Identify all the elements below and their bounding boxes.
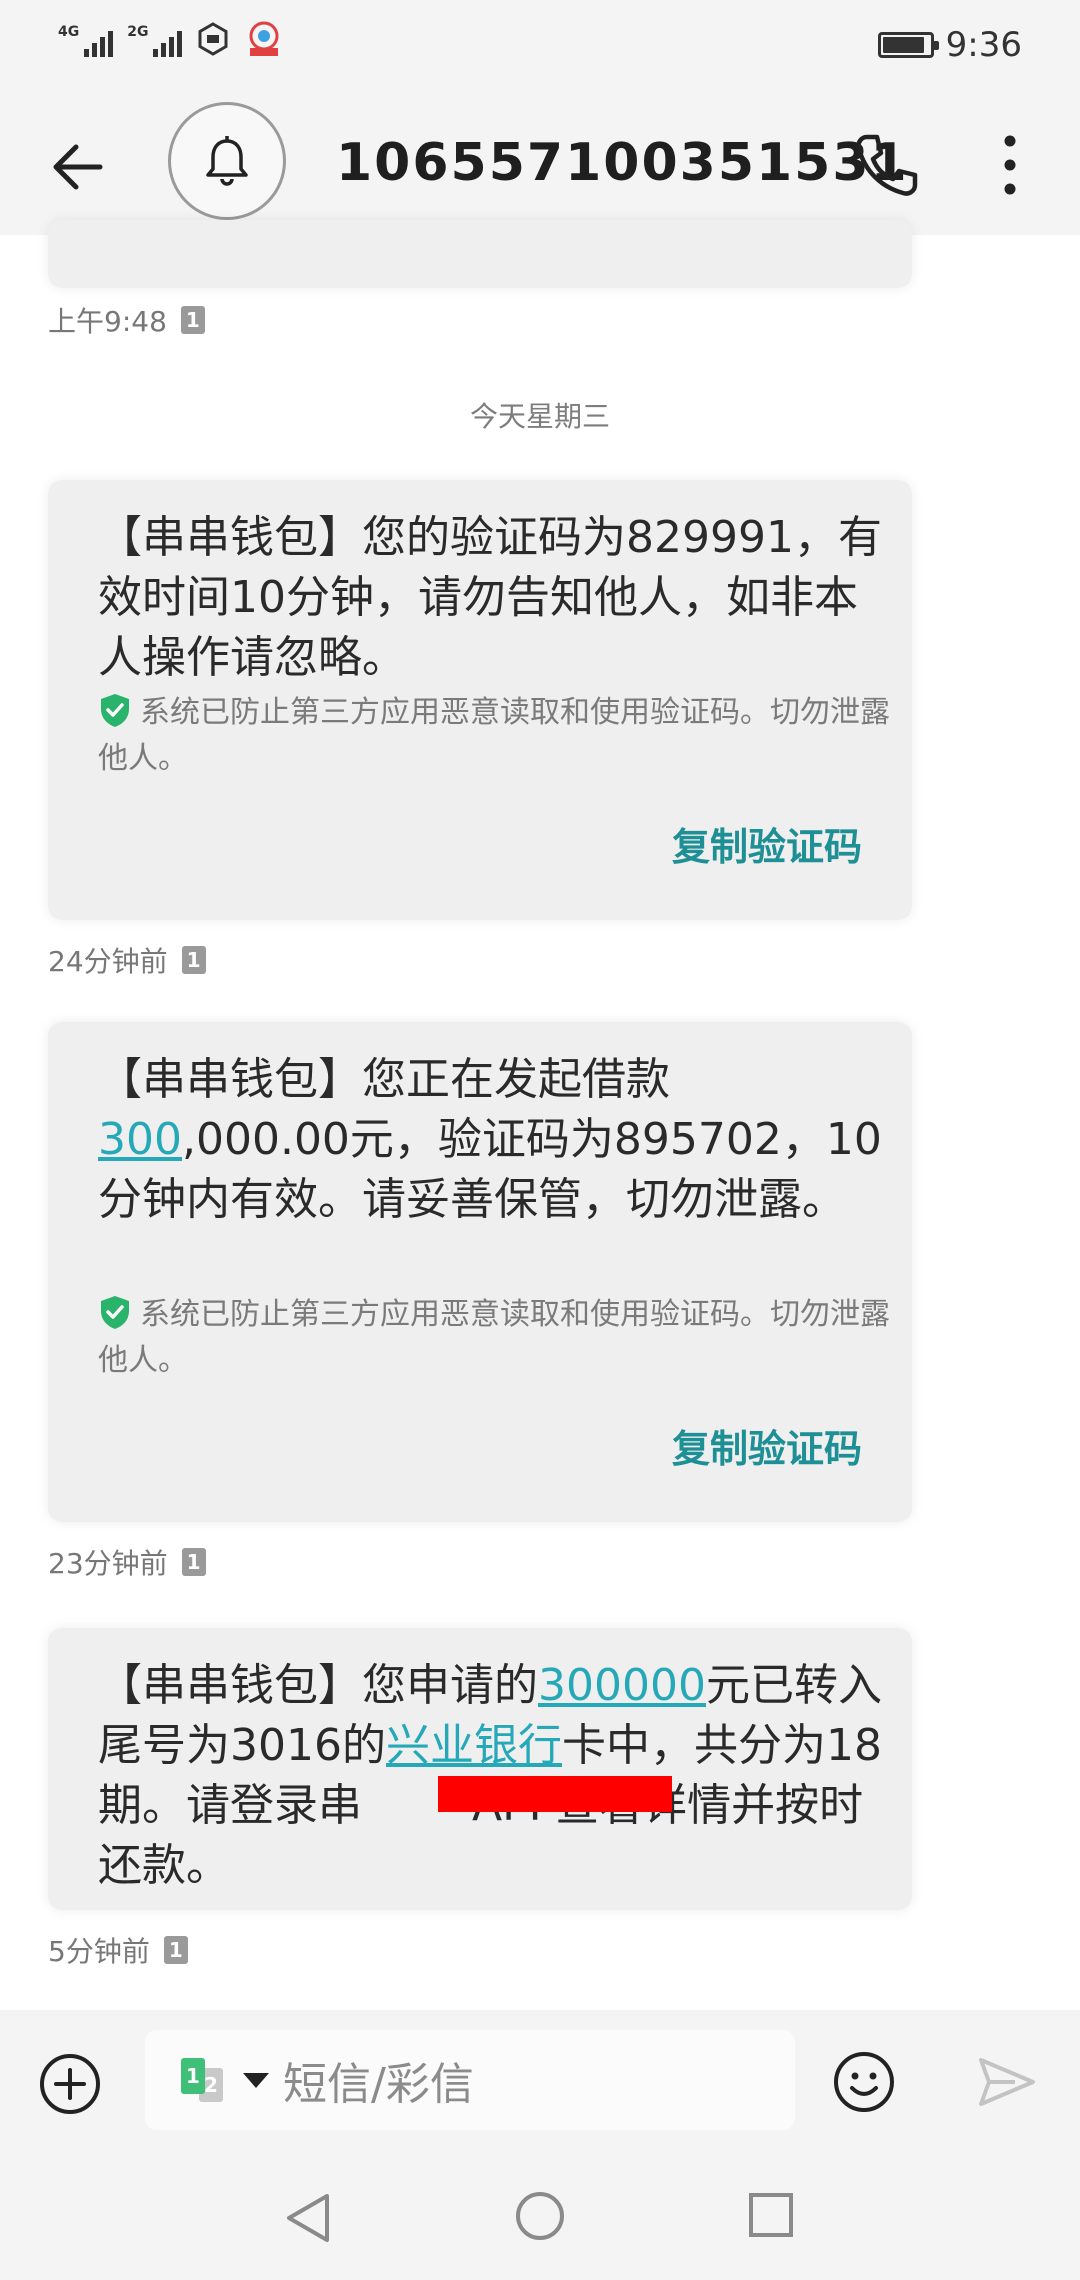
timestamp-text: 5分钟前 xyxy=(48,1935,150,1968)
sim-card-icon: 1 xyxy=(181,1548,206,1576)
date-divider: 今天星期三 xyxy=(469,400,610,433)
signal-indicators: 4G 2G xyxy=(58,20,284,58)
amount-link[interactable]: 300000 xyxy=(538,1660,706,1711)
security-notice: 系统已防止第三方应用恶意读取和使用验证码。切勿泄露他人。 xyxy=(98,690,918,782)
message-timestamp: 23分钟前 1 xyxy=(48,1542,206,1582)
sim-card-icon: 1 xyxy=(180,306,205,334)
bell-icon xyxy=(206,136,248,186)
timestamp-text: 上午9:48 xyxy=(48,305,167,338)
copy-code-button[interactable]: 复制验证码 xyxy=(672,1418,862,1473)
phone-icon xyxy=(856,134,918,196)
send-icon xyxy=(979,2058,1035,2106)
message-timestamp: 上午9:48 1 xyxy=(48,300,205,340)
triangle-back-icon xyxy=(287,2194,329,2242)
composer-bar: 2 1 短信/彩信 xyxy=(0,2010,1080,2150)
more-vertical-icon xyxy=(1004,135,1016,195)
battery-level xyxy=(882,37,924,53)
add-attachment-button[interactable] xyxy=(38,2052,102,2116)
app-notification-icon xyxy=(249,21,279,56)
signal-strength-icon: 4G xyxy=(58,21,114,57)
conversation-header: 106557100351531 xyxy=(0,95,1080,235)
battery-icon xyxy=(877,32,939,58)
circle-home-icon xyxy=(516,2192,564,2240)
input-placeholder: 短信/彩信 xyxy=(283,2059,474,2110)
sim-card-icon: 1 xyxy=(163,1936,188,1964)
network-type-2: 2G xyxy=(127,24,149,40)
status-right: 9:36 xyxy=(877,25,1022,65)
message-body: 【串串钱包】您的验证码为829991，有效时间10分钟，请勿告知他人，如非本人操… xyxy=(98,512,882,683)
timestamp-text: 24分钟前 xyxy=(48,945,168,978)
sim-1-icon: 1 xyxy=(181,2058,205,2094)
copy-code-button[interactable]: 复制验证码 xyxy=(672,816,862,871)
send-button[interactable] xyxy=(975,2054,1039,2110)
message-timestamp: 5分钟前 1 xyxy=(48,1930,188,1970)
message-text: 【串串钱包】您申请的 xyxy=(98,1660,538,1711)
amount-link[interactable]: 300 xyxy=(98,1114,182,1165)
chevron-down-icon[interactable] xyxy=(243,2072,269,2088)
system-navigation-bar xyxy=(0,2150,1080,2280)
notification-toggle-button[interactable] xyxy=(168,102,286,220)
shield-check-icon xyxy=(101,1296,129,1329)
emoji-button[interactable] xyxy=(832,2050,896,2114)
status-time: 9:36 xyxy=(945,25,1022,65)
message-text: ,000.00元，验证码为895702，10分钟内有效。请妥善保管，切勿泄露。 xyxy=(98,1114,882,1225)
contact-phone-number: 106557100351531 xyxy=(336,133,909,193)
message-timestamp: 24分钟前 1 xyxy=(48,940,206,980)
redaction-mark xyxy=(438,1776,672,1812)
message-text: 【串串钱包】您正在发起借款 xyxy=(98,1054,670,1105)
square-recents-icon xyxy=(749,2193,793,2237)
message-bubble[interactable]: 【串串钱包】您的验证码为829991，有效时间10分钟，请勿告知他人，如非本人操… xyxy=(48,480,912,920)
network-type-1: 4G xyxy=(58,24,80,40)
security-notice: 系统已防止第三方应用恶意读取和使用验证码。切勿泄露他人。 xyxy=(98,1292,918,1384)
message-input[interactable]: 2 1 短信/彩信 xyxy=(145,2030,795,2130)
message-bubble[interactable]: 【串串钱包】您正在发起借款 300,000.00元，验证码为895702，10分钟… xyxy=(48,1022,912,1522)
timestamp-text: 23分钟前 xyxy=(48,1547,168,1580)
nav-back-button[interactable] xyxy=(283,2190,333,2246)
bank-link[interactable]: 兴业银行 xyxy=(386,1720,562,1771)
back-arrow-icon xyxy=(53,144,103,190)
signal-strength-icon-2: 2G xyxy=(127,21,183,57)
back-button[interactable] xyxy=(40,127,120,207)
status-bar: 4G 2G 9:36 xyxy=(0,0,1080,95)
shield-check-icon xyxy=(101,694,129,727)
hexagon-status-icon xyxy=(198,22,228,56)
nav-recents-button[interactable] xyxy=(748,2192,794,2238)
security-notice-text: 系统已防止第三方应用恶意读取和使用验证码。切勿泄露他人。 xyxy=(98,1297,890,1378)
previous-message-bubble[interactable] xyxy=(48,220,912,288)
security-notice-text: 系统已防止第三方应用恶意读取和使用验证码。切勿泄露他人。 xyxy=(98,695,890,776)
call-button[interactable] xyxy=(845,125,925,205)
plus-circle-icon xyxy=(40,2054,100,2114)
more-options-button[interactable] xyxy=(990,125,1030,205)
nav-home-button[interactable] xyxy=(514,2190,566,2242)
message-body: 【串串钱包】您正在发起借款 300,000.00元，验证码为895702，10分钟… xyxy=(98,1050,888,1230)
sim-switch-button[interactable]: 2 1 xyxy=(181,2058,235,2102)
message-bubble[interactable]: 【串串钱包】您申请的300000元已转入尾号为3016的兴业银行卡中，共分为18… xyxy=(48,1628,912,1910)
sim-card-icon: 1 xyxy=(181,946,206,974)
smiley-icon xyxy=(834,2052,894,2112)
